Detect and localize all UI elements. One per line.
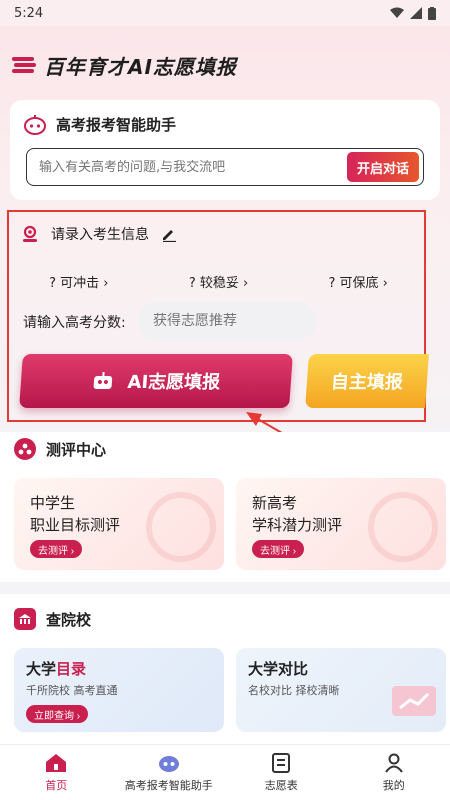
eval-center-icon (14, 438, 36, 460)
user-icon (384, 753, 403, 773)
catalog-title-part1: 大学 (26, 660, 57, 678)
home-icon (46, 753, 67, 772)
target-deco-icon (146, 492, 216, 562)
eval-header: 测评中心 (14, 438, 106, 460)
tab-home-label: 首页 (45, 778, 68, 792)
eval-card-line2: 职业目标测评 (30, 516, 121, 534)
go-eval-button[interactable]: 去测评 › (252, 540, 305, 558)
school-catalog-subtitle: 千所院校 高考直通 (26, 684, 118, 697)
eval-title: 测评中心 (46, 440, 107, 459)
tab-assistant[interactable]: 高考报考智能助手 (113, 745, 226, 800)
tab-mine-label: 我的 (382, 778, 405, 792)
school-compare-title: 大学对比 (248, 660, 309, 678)
document-icon (272, 752, 291, 773)
eval-card-subject[interactable]: 新高考 学科潜力测评 去测评 › (236, 478, 446, 570)
eval-card-career[interactable]: 中学生 职业目标测评 去测评 › (14, 478, 224, 570)
school-building-icon (14, 608, 36, 630)
go-eval-button[interactable]: 去测评 › (30, 540, 83, 558)
school-catalog-title: 大学目录 (26, 658, 86, 679)
school-header: 查院校 (14, 608, 91, 630)
school-title: 查院校 (46, 610, 92, 629)
star-deco-icon (368, 492, 438, 562)
tab-volunteer-label: 志愿表 (264, 778, 298, 792)
chart-board-icon (392, 686, 436, 716)
eval-card-line1: 新高考 (252, 494, 298, 512)
tab-mine[interactable]: 我的 (338, 745, 450, 800)
robot-avatar-icon (158, 755, 179, 772)
eval-card-line2: 学科潜力测评 (252, 516, 343, 534)
eval-card-line1: 中学生 (30, 494, 76, 512)
tab-volunteer-list[interactable]: 志愿表 (225, 745, 338, 800)
tab-assistant-label: 高考报考智能助手 (124, 778, 213, 792)
bottom-tab-bar: 首页 高考报考智能助手 志愿表 我的 (0, 744, 450, 800)
tab-home[interactable]: 首页 (0, 745, 113, 800)
school-compare-subtitle: 名校对比 择校清晰 (248, 684, 340, 697)
query-now-button[interactable]: 立即查询 › (26, 705, 89, 723)
catalog-title-part2: 目录 (56, 660, 87, 678)
school-catalog-card[interactable]: 大学目录 千所院校 高考直通 立即查询 › (14, 648, 224, 732)
school-compare-card[interactable]: 大学对比 名校对比 择校清晰 (236, 648, 446, 732)
